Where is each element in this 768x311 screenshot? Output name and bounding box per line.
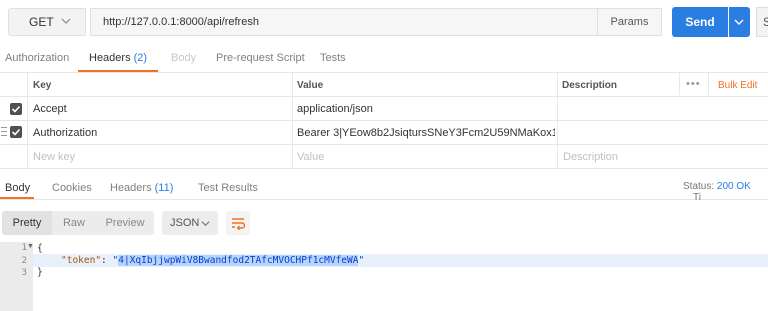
json-key: "token" [61,255,102,266]
format-label: JSON [170,217,200,229]
tab-pre-request-script[interactable]: Pre-request Script [216,52,305,64]
wrap-line-button[interactable] [226,211,250,235]
send-options-button[interactable] [729,7,750,37]
format-select[interactable]: JSON [162,211,218,235]
bulk-edit-button[interactable]: Bulk Edit [718,80,757,91]
json-quote: " [358,255,365,266]
params-button[interactable]: Params [598,8,662,36]
tab-headers[interactable]: Headers (2) [89,52,147,64]
send-button[interactable]: Send [672,7,728,37]
response-tab-cookies[interactable]: Cookies [52,182,92,194]
json-colon: : [101,255,113,266]
column-divider [557,73,558,168]
more-options-icon[interactable]: ••• [686,78,701,90]
line-number: 3 [21,268,27,278]
status-label: Status: [683,181,715,192]
column-divider [708,73,709,95]
divider [0,120,768,121]
check-icon [11,105,21,113]
new-key-input[interactable]: New key [33,151,75,163]
tab-headers-count: (2) [133,52,148,64]
response-status: Status: 200 OK Ti [683,181,768,203]
column-header-key: Key [33,79,52,91]
response-tab-headers-count: (11) [154,182,174,194]
raw-view-button[interactable]: Raw [52,211,96,235]
response-tab-body[interactable]: Body [5,182,30,194]
tab-headers-label: Headers [89,52,131,64]
fold-arrow-icon[interactable]: ▼ [27,243,34,250]
chevron-down-icon [61,18,71,24]
chevron-down-icon [201,221,210,227]
column-divider [27,73,28,168]
status-value: 200 OK [716,181,751,192]
method-label: GET [29,15,54,29]
column-header-description: Description [562,79,618,91]
preview-view-button[interactable]: Preview [96,211,154,235]
pretty-view-button[interactable]: Pretty [2,211,52,235]
chevron-down-icon [734,19,744,25]
code-line-1: { [37,243,43,254]
column-header-value: Value [297,79,324,91]
save-button[interactable]: S [756,7,768,37]
header-value-cell[interactable]: Bearer 3|YEow8b2JsiqtursSNeY3Fcm2U59NMaK… [297,127,555,139]
column-divider [292,73,293,168]
check-icon [11,128,21,136]
header-value-cell[interactable]: application/json [297,103,373,115]
time-label: Ti [693,192,701,203]
response-tab-test-results[interactable]: Test Results [198,182,258,194]
header-enabled-checkbox[interactable] [10,103,22,115]
token-value-selected[interactable]: 4|XqIbjjwpWiV8Bwandfod2TAfcMVOCHPf1cMVfe… [118,255,359,266]
tab-authorization[interactable]: Authorization [5,52,69,64]
line-number: 2 [21,256,27,266]
divider [0,168,768,169]
method-select[interactable]: GET [8,8,86,36]
divider [0,199,768,200]
code-line-3: } [37,267,43,278]
header-key-cell[interactable]: Accept [33,103,67,115]
drag-handle-icon[interactable] [1,127,7,136]
column-divider [679,73,680,95]
line-number: 1 [21,243,27,253]
header-enabled-checkbox[interactable] [10,126,22,138]
new-description-input[interactable]: Description [563,151,618,163]
divider [0,72,768,73]
response-tab-headers[interactable]: Headers (11) [110,182,173,194]
new-value-input[interactable]: Value [297,151,324,163]
tab-body[interactable]: Body [171,52,196,64]
code-line-2[interactable]: "token": "4|XqIbjjwpWiV8Bwandfod2TAfcMVO… [61,255,364,266]
response-tab-headers-label: Headers [110,182,152,194]
divider [0,96,768,97]
url-input[interactable]: http://127.0.0.1:8000/api/refresh [90,8,598,36]
wrap-icon [232,218,245,230]
divider [0,144,768,145]
tab-tests[interactable]: Tests [320,52,346,64]
header-key-cell[interactable]: Authorization [33,127,97,139]
